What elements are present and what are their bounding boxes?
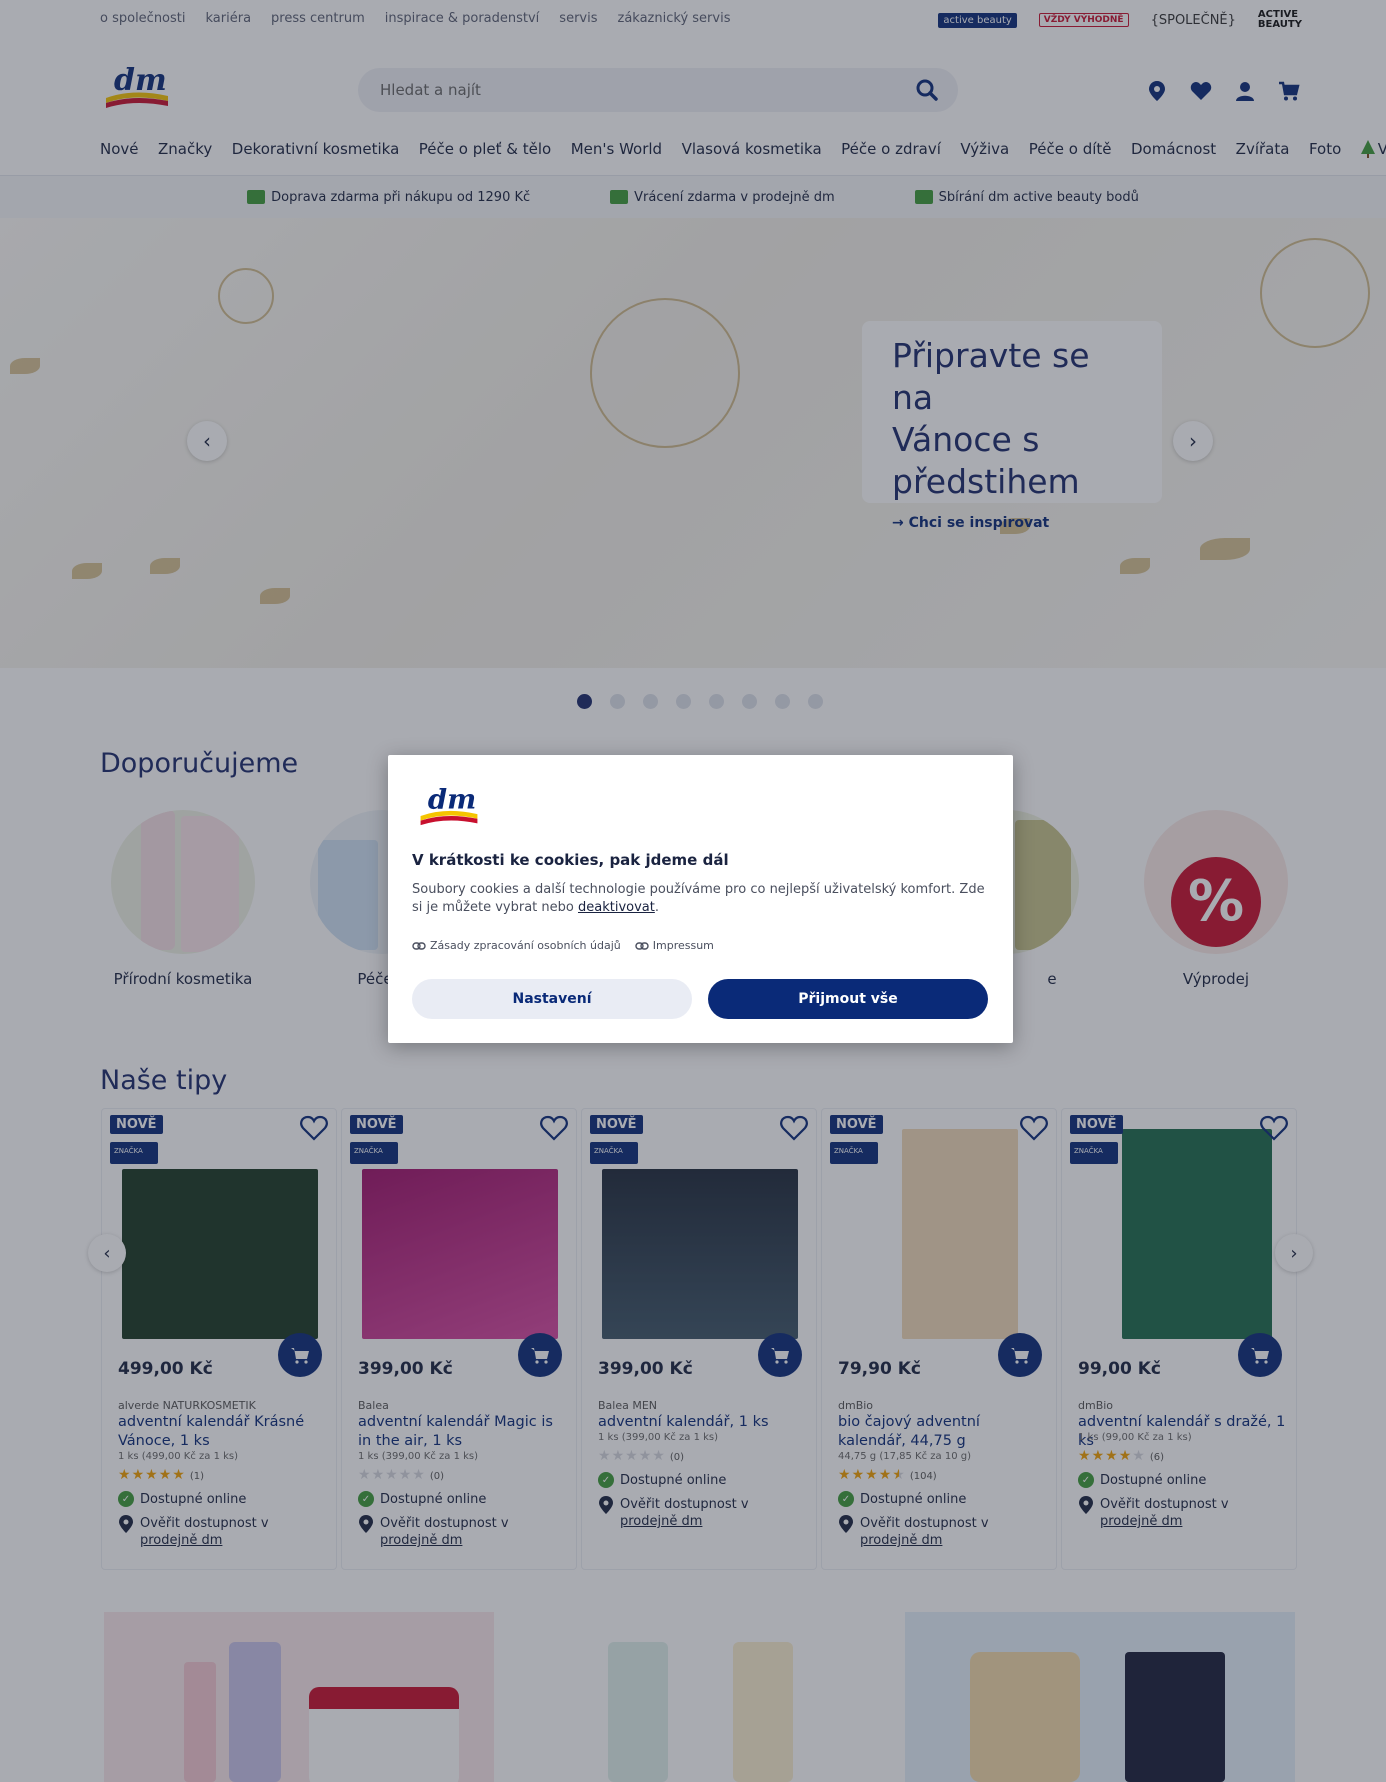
impressum-link[interactable]: Impressum — [635, 939, 714, 952]
cookie-links: Zásady zpracování osobních údajů Impress… — [412, 939, 714, 952]
link-icon — [635, 941, 649, 950]
page: o společnosti kariéra press centrum insp… — [0, 0, 1386, 1782]
deactivate-link[interactable]: deaktivovat — [578, 900, 655, 915]
dm-logo: dm — [420, 784, 478, 826]
link-icon — [412, 941, 426, 950]
privacy-link[interactable]: Zásady zpracování osobních údajů — [412, 939, 621, 952]
cookie-title: V krátkosti ke cookies, pak jdeme dál — [412, 851, 729, 869]
cookie-consent-dialog: dm V krátkosti ke cookies, pak jdeme dál… — [388, 755, 1013, 1043]
cookie-accept-all-button[interactable]: Přijmout vše — [708, 979, 988, 1019]
cookie-text: Soubory cookies a další technologie použ… — [412, 882, 985, 915]
cookie-settings-button[interactable]: Nastavení — [412, 979, 692, 1019]
svg-text:dm: dm — [428, 784, 476, 816]
